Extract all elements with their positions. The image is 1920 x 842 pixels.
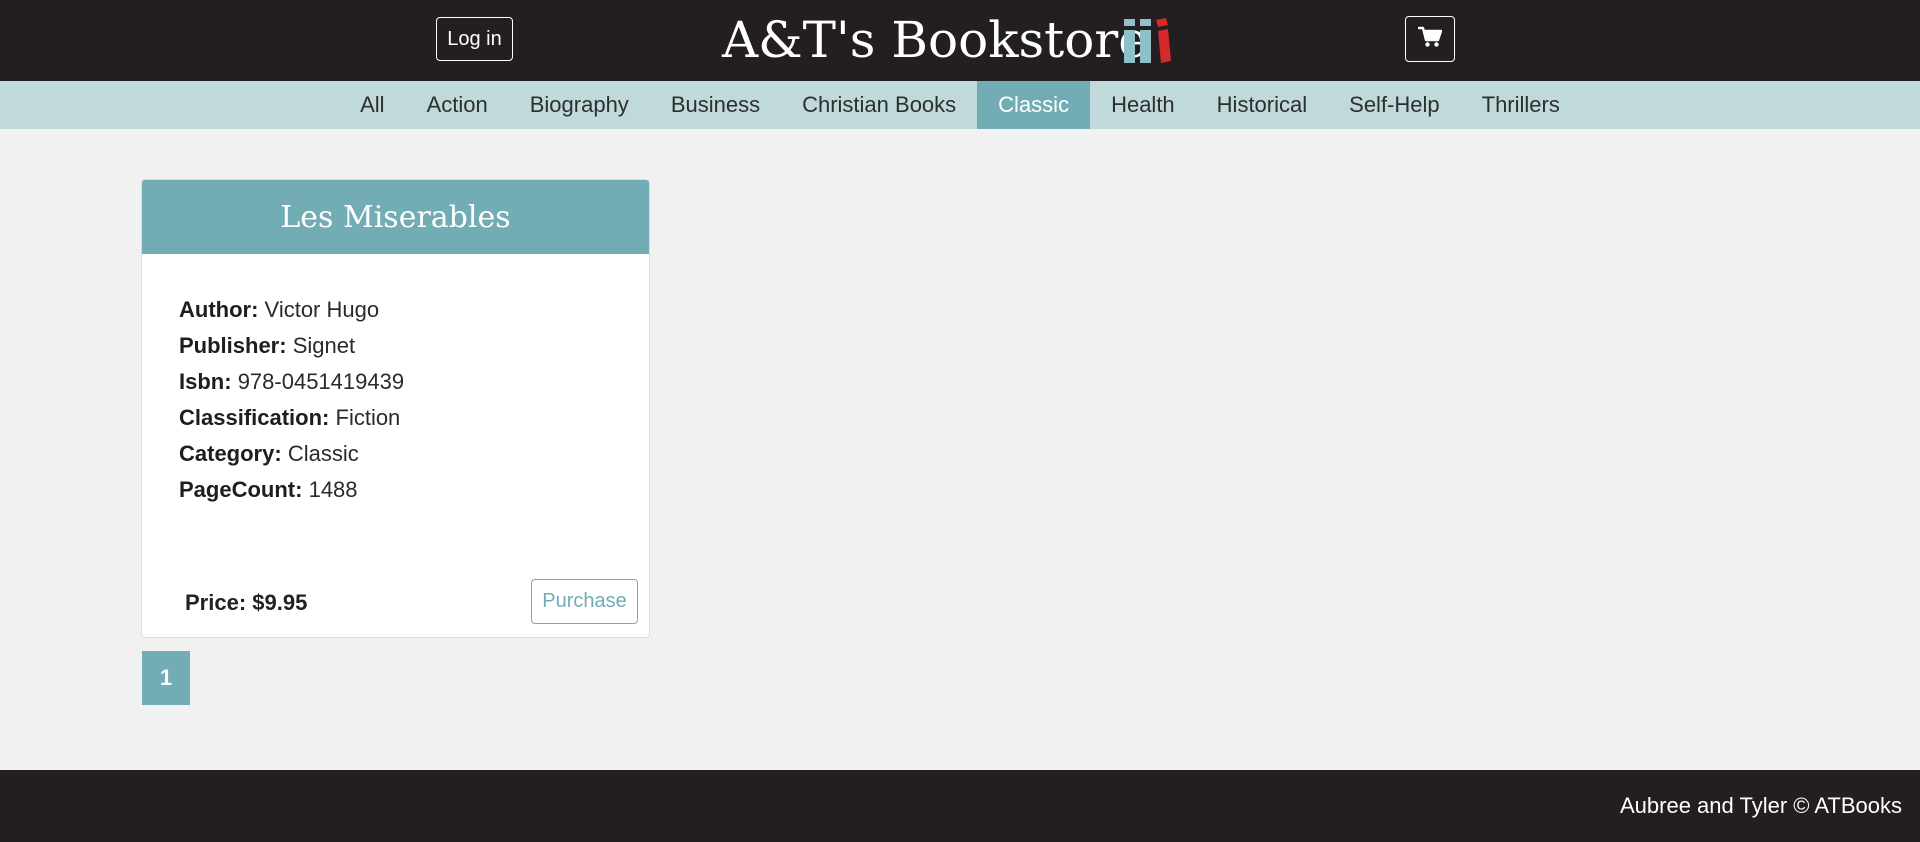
book-field-row: Classification: Fiction (179, 400, 649, 436)
category-tab-self-help[interactable]: Self-Help (1328, 81, 1460, 129)
footer: Aubree and Tyler © ATBooks (0, 770, 1920, 842)
login-button[interactable]: Log in (436, 17, 513, 61)
book-field-row: Author: Victor Hugo (179, 292, 649, 328)
footer-copyright: Aubree and Tyler © ATBooks (1620, 793, 1902, 818)
category-tab-classic[interactable]: Classic (977, 81, 1091, 129)
top-header: Log in A&T's Bookstore (0, 0, 1920, 81)
shopping-cart-icon (1417, 26, 1443, 53)
book-field-value: 1488 (308, 477, 358, 502)
book-field-label: Classification: (179, 405, 330, 430)
book-field-value: Victor Hugo (264, 297, 380, 322)
cart-button[interactable] (1405, 16, 1455, 62)
book-field-label: PageCount: (179, 477, 303, 502)
book-price: Price: $9.95 (185, 590, 308, 615)
book-details: Author: Victor Hugo Publisher: Signet Isbn… (142, 254, 649, 508)
purchase-button[interactable]: Purchase (531, 579, 638, 624)
book-field-value: Classic (287, 441, 359, 466)
category-tab-all[interactable]: All (339, 81, 405, 129)
book-field-label: Publisher: (179, 333, 287, 358)
site-title: A&T's Bookstore (722, 11, 1148, 69)
book-field-value: 978-0451419439 (237, 369, 405, 394)
book-title: Les Miserables (142, 180, 649, 254)
category-tab-thrillers[interactable]: Thrillers (1461, 81, 1581, 129)
book-field-row: PageCount: 1488 (179, 472, 649, 508)
book-field-row: Publisher: Signet (179, 328, 649, 364)
book-field-label: Isbn: (179, 369, 232, 394)
category-tab-health[interactable]: Health (1090, 81, 1196, 129)
book-field-row: Category: Classic (179, 436, 649, 472)
book-field-label: Author: (179, 297, 259, 322)
category-nav: All Action Biography Business Christian Book… (0, 81, 1920, 129)
book-field-row: Isbn: 978-0451419439 (179, 364, 649, 400)
books-icon (1122, 17, 1172, 64)
book-field-value: Fiction (335, 405, 401, 430)
book-card: Les Miserables Author: Victor Hugo Publis… (141, 179, 650, 638)
category-list: All Action Biography Business Christian Book… (0, 81, 1920, 129)
book-field-value: Signet (292, 333, 356, 358)
book-field-label: Category: (179, 441, 282, 466)
category-tab-action[interactable]: Action (406, 81, 509, 129)
category-tab-historical[interactable]: Historical (1196, 81, 1328, 129)
category-tab-biography[interactable]: Biography (509, 81, 650, 129)
category-tab-business[interactable]: Business (650, 81, 781, 129)
category-tab-christian-books[interactable]: Christian Books (781, 81, 977, 129)
pagination-page-button[interactable]: 1 (142, 651, 190, 705)
